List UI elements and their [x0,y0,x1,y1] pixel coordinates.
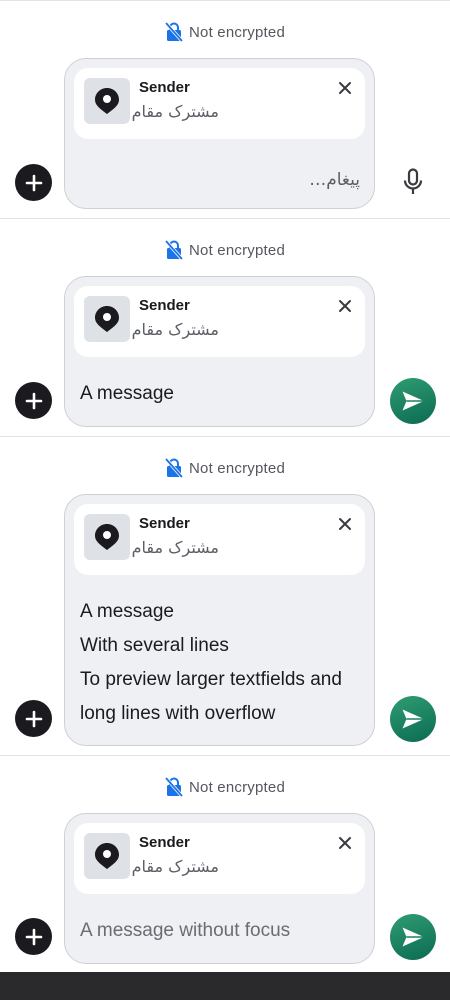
message-input-line[interactable]: A message [80,595,174,629]
reply-preview[interactable]: Sender مشترک مقام [74,68,365,139]
encryption-label: Not encrypted [189,778,285,796]
send-button[interactable] [390,378,436,424]
encryption-status: Not encrypted [0,457,450,479]
encryption-label: Not encrypted [189,23,285,41]
location-thumbnail [84,514,130,560]
add-attachment-button[interactable] [15,918,52,955]
close-icon[interactable] [337,835,353,851]
send-button[interactable] [390,696,436,742]
add-attachment-button[interactable] [15,164,52,201]
close-icon[interactable] [337,80,353,96]
message-input-line[interactable]: With several lines [80,629,229,663]
plus-icon [25,174,42,191]
reply-sender: Sender [139,297,190,314]
lock-off-icon [165,777,183,797]
location-pin-icon [95,88,119,114]
message-input[interactable]: A message without focus [80,914,290,948]
reply-location-label: مشترک مقام [131,102,219,121]
send-icon [402,709,424,729]
send-button[interactable] [390,914,436,960]
lock-off-icon [165,240,183,260]
encryption-label: Not encrypted [189,459,285,477]
location-thumbnail [84,78,130,124]
location-thumbnail [84,296,130,342]
bottom-system-bar [0,972,450,1000]
reply-preview[interactable]: Sender مشترک مقام [74,823,365,894]
reply-preview[interactable]: Sender مشترک مقام [74,504,365,575]
lock-off-icon [165,22,183,42]
mic-button[interactable] [398,167,428,197]
message-input[interactable]: پیغام… [309,163,360,197]
encryption-status: Not encrypted [0,239,450,261]
location-pin-icon [95,306,119,332]
reply-location-label: مشترک مقام [131,538,219,557]
close-icon[interactable] [337,516,353,532]
reply-preview[interactable]: Sender مشترک مقام [74,286,365,357]
message-input-line[interactable]: long lines with overflow [80,697,275,731]
send-icon [402,391,424,411]
location-pin-icon [95,524,119,550]
lock-off-icon [165,458,183,478]
message-composer[interactable]: Sender مشترک مقام A message With several… [64,494,375,746]
composer-section-3: Not encrypted Sender مشترک مقام A messag… [0,436,450,755]
location-thumbnail [84,833,130,879]
close-icon[interactable] [337,298,353,314]
encryption-status: Not encrypted [0,776,450,798]
plus-icon [25,392,42,409]
conversation-composer-previews: Not encrypted Sender مشترک مقام پیغام… N… [0,0,450,1000]
reply-sender: Sender [139,79,190,96]
mic-icon [403,168,423,194]
message-composer[interactable]: Sender مشترک مقام پیغام… [64,58,375,209]
reply-sender: Sender [139,515,190,532]
composer-section-1: Not encrypted Sender مشترک مقام پیغام… [0,0,450,218]
location-pin-icon [95,843,119,869]
composer-section-4: Not encrypted Sender مشترک مقام A messag… [0,755,450,972]
composer-section-2: Not encrypted Sender مشترک مقام A messag… [0,218,450,436]
add-attachment-button[interactable] [15,700,52,737]
message-composer[interactable]: Sender مشترک مقام A message [64,276,375,427]
reply-location-label: مشترک مقام [131,320,219,339]
plus-icon [25,928,42,945]
encryption-label: Not encrypted [189,241,285,259]
message-input-line[interactable]: To preview larger textfields and [80,663,342,697]
send-icon [402,927,424,947]
message-composer[interactable]: Sender مشترک مقام A message without focu… [64,813,375,964]
message-input[interactable]: A message [80,377,174,411]
plus-icon [25,710,42,727]
encryption-status: Not encrypted [0,21,450,43]
add-attachment-button[interactable] [15,382,52,419]
reply-location-label: مشترک مقام [131,857,219,876]
reply-sender: Sender [139,834,190,851]
